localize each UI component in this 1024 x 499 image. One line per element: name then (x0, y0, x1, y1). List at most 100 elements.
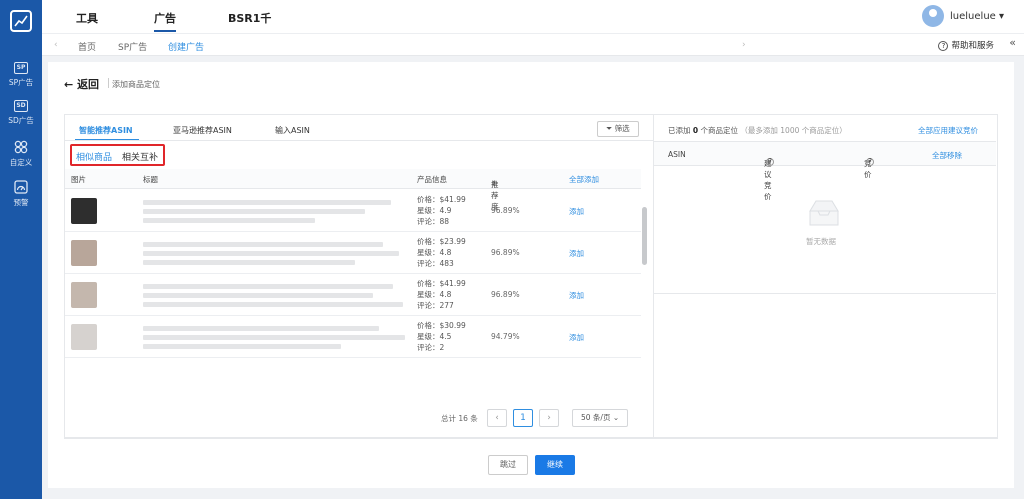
product-title (143, 293, 373, 298)
price-text: 价格：$30.99 (417, 321, 466, 330)
product-info: 价格：$41.99 星级：4.8 评论：277 (417, 278, 466, 311)
chevron-down-icon: ⌄ (612, 413, 620, 422)
recommend-score: 96.89% (491, 206, 520, 215)
filter-button[interactable]: ⏷ 筛选 (597, 121, 639, 137)
subtab-complementary[interactable]: 相关互补 (122, 150, 158, 163)
caret-down-icon: ▾ (999, 11, 1005, 22)
product-title (143, 218, 315, 223)
back-button[interactable]: ← 返回 (64, 76, 99, 92)
product-title (143, 284, 393, 289)
apply-all-bids-button[interactable]: 全部应用建议竞价 (918, 125, 978, 136)
product-title (143, 209, 365, 214)
page-size-select[interactable]: 50 条/页 ⌄ (572, 409, 628, 427)
price-text: 价格：$41.99 (417, 279, 466, 288)
prev-page-button[interactable]: ‹ (487, 409, 507, 427)
added-panel: 已添加 0 个商品定位 （最多添加 1000 个商品定位） 全部应用建议竞价 A… (654, 114, 998, 438)
recommend-score: 94.79% (491, 332, 520, 341)
divider (108, 78, 109, 88)
scrollbar[interactable] (642, 207, 647, 265)
price-text: 价格：$41.99 (417, 195, 466, 204)
product-image (71, 282, 97, 308)
collapse-icon[interactable]: « (1009, 36, 1016, 49)
grid-icon (14, 140, 28, 154)
product-info: 价格：$23.99 星级：4.8 评论：483 (417, 236, 466, 269)
remove-all-button[interactable]: 全部移除 (932, 150, 962, 161)
tab-smart-asin[interactable]: 智能推荐ASIN (79, 125, 133, 136)
col-info: 产品信息 (417, 175, 447, 184)
divider (64, 438, 998, 439)
add-button[interactable]: 添加 (569, 332, 584, 343)
reviews-text: 评论：2 (417, 343, 445, 352)
tab-input-asin[interactable]: 输入ASIN (275, 125, 310, 136)
arrow-left-icon: ← (64, 78, 74, 91)
product-title (143, 200, 391, 205)
page-button[interactable]: 1 (513, 409, 533, 427)
breadcrumb-create[interactable]: 创建广告 (168, 40, 204, 53)
add-button[interactable]: 添加 (569, 248, 584, 259)
chevron-left-icon[interactable]: ‹ (54, 40, 58, 50)
rating-text: 星级：4.8 (417, 290, 452, 299)
reviews-text: 评论：88 (417, 217, 450, 226)
tab-tools[interactable]: 工具 (76, 10, 98, 26)
sidebar-item-alert[interactable]: 预警 (0, 180, 42, 208)
table-row: 价格：$23.99 星级：4.8 评论：483 96.89% 添加 (65, 232, 641, 274)
page-subtitle: 添加商品定位 (112, 80, 160, 89)
rating-text: 星级：4.8 (417, 248, 452, 257)
tab-ads[interactable]: 广告 (154, 10, 176, 32)
breadcrumb: ‹ 首页 SP广告 创建广告 › (42, 33, 1024, 56)
product-image (71, 240, 97, 266)
breadcrumb-home[interactable]: 首页 (78, 40, 96, 53)
reviews-text: 评论：483 (417, 259, 454, 268)
info-icon[interactable]: ? (866, 158, 874, 166)
sidebar-item-label: 自定义 (9, 158, 33, 167)
tab-amazon-asin[interactable]: 亚马逊推荐ASIN (173, 125, 232, 136)
sidebar-item-label: SP广告 (8, 78, 34, 87)
table-header: 图片 标题 产品信息 推荐度 ⇕ 全部添加 (65, 169, 641, 211)
add-button[interactable]: 添加 (569, 206, 584, 217)
help-link[interactable]: ? 帮助和服务 (938, 39, 994, 51)
subtab-group: 相似商品 相关互补 (70, 144, 165, 166)
sd-icon: SD (14, 100, 28, 112)
user-menu[interactable]: lueluelue ▾ (922, 5, 1004, 27)
table-row: 价格：$41.99 星级：4.8 评论：277 96.89% 添加 (65, 274, 641, 316)
main-card: ← 返回 添加商品定位 智能推荐ASIN 亚马逊推荐ASIN 输入ASIN ⏷ … (48, 62, 1014, 488)
chevron-right-icon[interactable]: › (742, 40, 746, 50)
info-icon[interactable]: ? (766, 158, 774, 166)
sidebar-item-custom[interactable]: 自定义 (0, 140, 42, 168)
product-image (71, 198, 97, 224)
subtab-similar[interactable]: 相似商品 (76, 150, 112, 163)
top-bar: 工具 广告 BSR1千 lueluelue ▾ ‹ 首页 SP广告 创建广告 ›… (42, 0, 1024, 56)
app-logo-icon[interactable] (10, 10, 32, 32)
continue-button[interactable]: 继续 (535, 455, 575, 475)
next-page-button[interactable]: › (539, 409, 559, 427)
product-title (143, 326, 379, 331)
table-row: 价格：$30.99 星级：4.5 评论：2 94.79% 添加 (65, 316, 641, 358)
reviews-text: 评论：277 (417, 301, 454, 310)
table-row: 价格：$41.99 星级：4.9 评论：88 96.89% 添加 (65, 190, 641, 232)
add-button[interactable]: 添加 (569, 290, 584, 301)
app-root: SP SP广告 SD SD广告 自定义 预警 工具 广告 BSR1千 luelu… (0, 0, 1024, 499)
col-asin: ASIN (668, 150, 686, 159)
product-title (143, 242, 383, 247)
pagination-total: 总计 16 条 (441, 414, 478, 423)
sidebar-item-sp[interactable]: SP SP广告 (0, 62, 42, 88)
tab-bsr[interactable]: BSR1千 (228, 10, 271, 26)
sort-icon[interactable]: ⇕ (491, 179, 497, 188)
skip-button[interactable]: 跳过 (488, 455, 528, 475)
sidebar-item-sd[interactable]: SD SD广告 (0, 100, 42, 126)
sidebar-item-label: 预警 (13, 198, 29, 207)
product-info: 价格：$41.99 星级：4.9 评论：88 (417, 194, 466, 227)
added-status: 已添加 0 个商品定位 （最多添加 1000 个商品定位） (668, 126, 847, 135)
help-icon: ? (938, 41, 949, 51)
gauge-icon (14, 180, 28, 194)
breadcrumb-sp[interactable]: SP广告 (118, 40, 147, 53)
recommend-score: 96.89% (491, 248, 520, 257)
sp-icon: SP (14, 62, 28, 74)
recommend-panel: 智能推荐ASIN 亚马逊推荐ASIN 输入ASIN ⏷ 筛选 相似商品 相关互补… (64, 114, 654, 438)
product-title (143, 251, 399, 256)
username[interactable]: lueluelue ▾ (950, 11, 1004, 22)
product-title (143, 260, 355, 265)
product-title (143, 335, 405, 340)
add-all-button[interactable]: 全部添加 (569, 174, 599, 185)
avatar[interactable] (922, 5, 944, 27)
